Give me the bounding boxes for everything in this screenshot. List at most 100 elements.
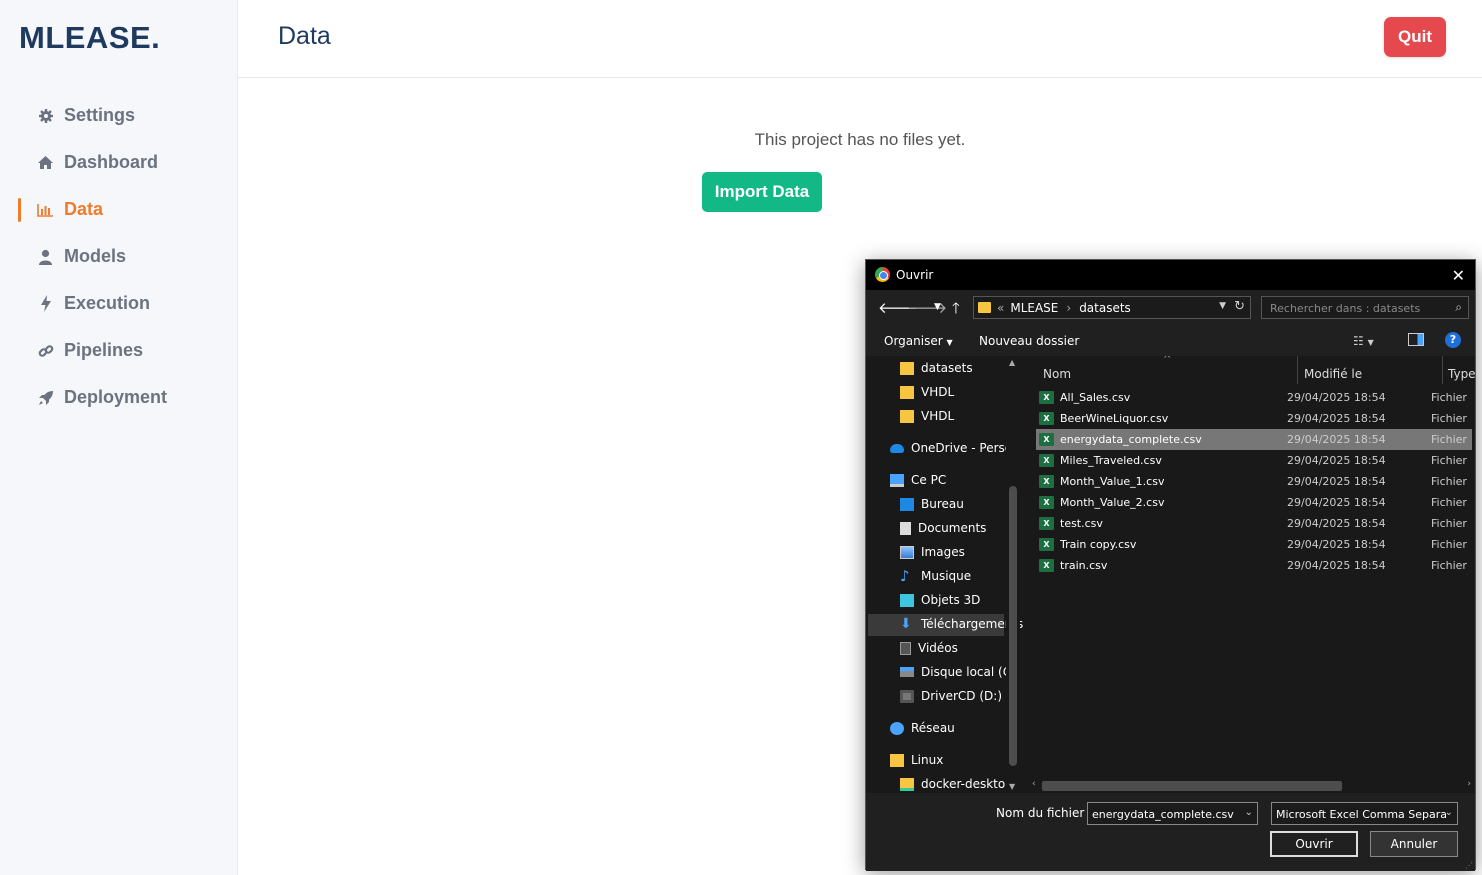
chevron-down-icon[interactable]: ▼ [1219,301,1226,311]
tree-item[interactable]: docker-desktop [900,773,1013,793]
file-row[interactable]: Xtest.csv 29/04/2025 18:54 Fichier [1039,513,1475,534]
breadcrumb-item[interactable]: datasets [1079,301,1131,315]
tree-item[interactable]: ♪ Musique [900,565,971,587]
scrollbar-thumb[interactable] [1009,486,1017,766]
file-row[interactable]: X Month_Value_1.csv 29/04/2025 18:54 Fichie… [1039,471,1475,492]
column-header-modified[interactable]: Modifié le [1304,367,1362,381]
scrollbar-thumb[interactable] [1042,781,1342,791]
new-folder-button[interactable]: Nouveau dossier [979,334,1079,348]
excel-file-icon: X [1039,454,1054,467]
recent-chevron-icon[interactable]: ▼ [934,302,941,312]
breadcrumb-item[interactable]: MLEASE [1010,301,1058,315]
help-icon[interactable]: ? [1445,332,1461,348]
sidebar-item-settings[interactable]: Settings [0,92,238,139]
tree-item[interactable]: OneDrive - Persor [890,437,1017,459]
logo: MLEASE. [19,20,161,55]
sidebar-item-label: Dashboard [64,152,159,172]
file-row-selected[interactable]: Xenergydata_complete.csv 29/04/2025 18:54… [1036,429,1472,450]
sidebar-nav: Settings Dashboard Data Models Execution… [0,92,238,421]
file-name: Month_Value_2.csv [1060,496,1165,509]
file-type: Fichier [1431,559,1467,572]
scroll-up-icon[interactable]: ▲ [1009,358,1015,367]
tree-item-label: datasets [921,361,973,375]
scroll-right-icon[interactable]: › [1467,779,1471,789]
organize-menu[interactable]: Organiser ▼ [884,334,953,348]
import-data-button[interactable]: Import Data [702,172,822,212]
open-button[interactable]: Ouvrir [1270,831,1358,857]
file-type: Fichier [1431,517,1467,530]
search-input[interactable]: Rechercher dans : datasets ⌕ [1261,296,1469,319]
tree-item[interactable]: VHDL [900,405,954,427]
column-separator[interactable] [1297,356,1298,384]
file-row[interactable]: X Month_Value_2.csv 29/04/2025 18:54 Fichie… [1039,492,1475,513]
address-bar[interactable]: « MLEASE › datasets ▼ ↻ [973,296,1251,319]
sidebar-item-data[interactable]: Data [0,186,238,233]
sidebar-item-pipelines[interactable]: Pipelines [0,327,238,374]
tree-item[interactable]: Objets 3D [900,589,980,611]
file-row[interactable]: X Miles_Traveled.csv 29/04/2025 18:54 Fichi… [1039,450,1475,471]
tree-item[interactable]: Bureau [900,493,964,515]
refresh-icon[interactable]: ↻ [1234,299,1245,314]
cancel-button[interactable]: Annuler [1370,831,1458,857]
navigation-scrollbar[interactable]: ▲ ▼ [1006,356,1020,793]
tree-item-label: Disque local (C:) [921,665,1020,679]
column-header-type[interactable]: Type [1448,367,1475,381]
tree-item[interactable]: Réseau [890,717,955,739]
view-options-icon[interactable]: ☷ ▼ [1353,334,1374,348]
file-row[interactable]: X Train copy.csv 29/04/2025 18:54 Fichier [1039,534,1475,555]
forward-arrow-icon[interactable]: 🡒 [907,298,947,317]
cd-icon [900,689,914,703]
sidebar-item-execution[interactable]: Execution [0,280,238,327]
tree-item[interactable]: Documents [900,517,986,539]
tree-item-label: VHDL [921,385,955,399]
sidebar: MLEASE. Settings Dashboard Data Models E… [0,0,238,875]
tree-item[interactable]: Linux [890,749,943,771]
file-modified: 29/04/2025 18:54 [1287,454,1386,467]
cube-icon [900,593,914,607]
column-header-name[interactable]: Nom [1043,367,1071,381]
gear-icon [37,107,54,124]
chevron-down-icon[interactable]: ⌄ [1245,807,1253,818]
file-row[interactable]: X All_Sales.csv 29/04/2025 18:54 Fichier [1039,387,1475,408]
header: Data Quit [238,0,1482,78]
sidebar-item-label: Models [64,246,127,266]
file-row[interactable]: Xtrain.csv 29/04/2025 18:54 Fichier [1039,555,1475,576]
tree-item[interactable]: ⬇ Téléchargements [900,613,1023,635]
sidebar-item-deployment[interactable]: Deployment [0,374,238,421]
sidebar-item-models[interactable]: Models [0,233,238,280]
scroll-down-icon[interactable]: ▼ [1009,782,1015,791]
dialog-titlebar: Ouvrir ✕ [866,260,1475,290]
horizontal-scrollbar[interactable]: ‹ › [1032,777,1471,793]
folder-icon [900,385,914,399]
tree-item[interactable]: Vidéos [900,637,958,659]
quit-button[interactable]: Quit [1384,17,1446,57]
tree-item[interactable]: Ce PC [890,469,946,491]
chevron-down-icon[interactable]: ⌄ [1445,807,1453,818]
excel-file-icon: X [1039,391,1054,404]
close-icon[interactable]: ✕ [1452,266,1465,285]
excel-file-icon: X [1039,559,1054,572]
tree-item-label: Vidéos [918,641,958,655]
filename-field[interactable]: energydata_complete.csv ⌄ [1087,802,1258,825]
filetype-select[interactable]: Microsoft Excel Comma Separa ⌄ [1271,802,1458,825]
path-overflow: « [997,300,1005,315]
tree-item-label: docker-desktop [921,777,1013,791]
file-type: Fichier [1431,412,1467,425]
preview-pane-icon[interactable] [1408,333,1424,346]
sidebar-item-dashboard[interactable]: Dashboard [0,139,238,186]
tree-item[interactable]: DriverCD (D:) [900,685,1002,707]
folder-icon [900,361,914,375]
up-arrow-icon[interactable]: 🡑 [952,298,960,323]
tree-item[interactable]: VHDL [900,381,954,403]
column-separator[interactable] [1442,356,1443,384]
tree-item[interactable]: Disque local (C:) [900,661,1020,683]
resize-grip-icon[interactable]: ⋰ [1465,861,1473,870]
scroll-left-icon[interactable]: ‹ [1032,779,1036,789]
tree-item[interactable]: Images [900,541,965,563]
file-name: BeerWineLiquor.csv [1060,412,1169,425]
tree-item[interactable]: datasets [900,357,973,379]
file-type: Fichier [1431,454,1467,467]
file-modified: 29/04/2025 18:54 [1287,496,1386,509]
file-row[interactable]: X BeerWineLiquor.csv 29/04/2025 18:54 Fichi… [1039,408,1475,429]
home-icon [37,154,54,171]
